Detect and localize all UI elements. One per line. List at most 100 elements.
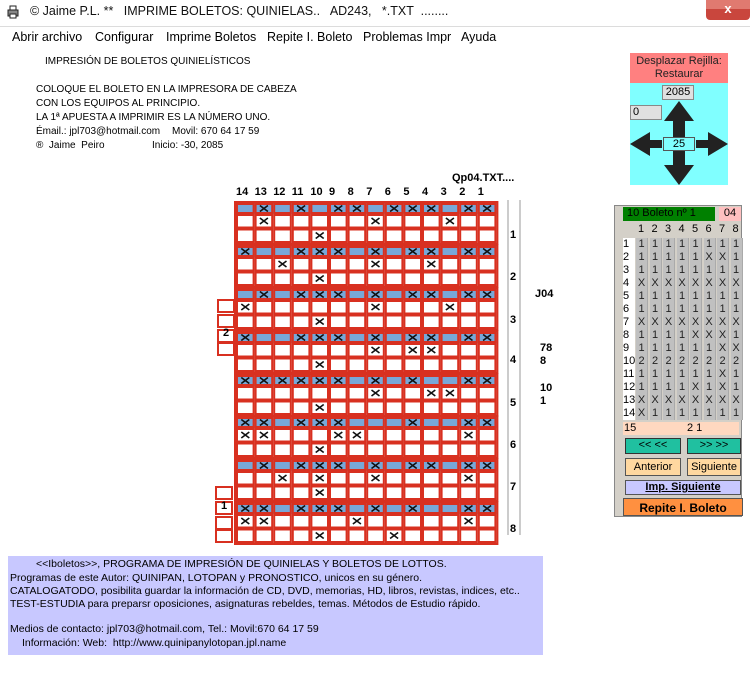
boleto-cell[interactable]: 2 [717,355,729,368]
boleto-cell[interactable]: 1 [690,238,702,251]
boleto-cell[interactable]: 1 [676,290,689,303]
boleto-cell[interactable]: 1 [717,290,729,303]
boleto-cell[interactable]: 1 [636,342,648,355]
boleto-cell[interactable]: X [717,394,729,407]
boleto-cell[interactable]: X [703,277,716,290]
boleto-cell[interactable]: 1 [676,264,689,277]
boleto-cell[interactable]: 1 [663,368,675,381]
boleto-cell[interactable]: X [676,277,689,290]
boleto-cell[interactable]: 1 [717,407,729,420]
boleto-cell[interactable]: 2 [676,355,689,368]
boleto-cell[interactable]: 1 [730,251,743,264]
boleto-cell[interactable]: 1 [663,381,675,394]
boleto-cell[interactable]: X [636,407,648,420]
prev-fast-button[interactable]: << << [625,438,681,454]
boleto-cell[interactable]: 1 [676,329,689,342]
boleto-cell[interactable]: X [676,316,689,329]
boleto-cell[interactable]: 1 [703,342,716,355]
boleto-cell[interactable]: 1 [649,238,662,251]
boleto-cell[interactable]: 1 [636,264,648,277]
boleto-cell[interactable]: 1 [636,238,648,251]
nav-header-restaurar[interactable]: Desplazar Rejilla: Restaurar [630,53,728,83]
boleto-cell[interactable]: 1 [636,290,648,303]
boleto-cell[interactable]: 2 [703,355,716,368]
imp-siguiente-button[interactable]: Imp. Siguiente [625,480,741,495]
boleto-cell[interactable]: X [717,316,729,329]
boleto-cell[interactable]: 1 [730,381,743,394]
boleto-cell[interactable]: X [690,329,702,342]
boleto-cell[interactable]: 1 [663,329,675,342]
boleto-cell[interactable]: X [649,316,662,329]
boleto-cell[interactable]: 1 [703,407,716,420]
boleto-cell[interactable]: 1 [649,368,662,381]
boleto-cell[interactable]: X [703,394,716,407]
boleto-cell[interactable]: 1 [649,342,662,355]
boleto-cell[interactable]: X [703,251,716,264]
boleto-cell[interactable]: X [717,342,729,355]
boleto-cell[interactable]: 1 [636,329,648,342]
boleto-cell[interactable]: 1 [663,238,675,251]
boleto-cell[interactable]: X [663,394,675,407]
siguiente-button[interactable]: Siguiente [687,458,741,476]
boleto-cell[interactable]: X [649,394,662,407]
boleto-cell[interactable]: 1 [649,251,662,264]
boleto-cell[interactable]: X [730,394,743,407]
boleto-cell[interactable]: X [730,277,743,290]
boleto-cell[interactable]: 1 [730,329,743,342]
boleto-cell[interactable]: X [663,316,675,329]
boleto-cell[interactable]: 1 [676,303,689,316]
boleto-cell[interactable]: X [717,329,729,342]
boleto-cell[interactable]: 1 [703,264,716,277]
boleto-cell[interactable]: 1 [717,238,729,251]
boleto-cell[interactable]: X [663,277,675,290]
boleto-cell[interactable]: 1 [676,381,689,394]
boleto-cell[interactable]: 1 [690,251,702,264]
boleto-cell[interactable]: X [703,316,716,329]
boleto-cell[interactable]: X [649,277,662,290]
boleto-cell[interactable]: X [717,368,729,381]
boleto-cell[interactable]: X [717,381,729,394]
boleto-cell[interactable]: X [717,251,729,264]
boleto-cell[interactable]: 1 [703,290,716,303]
boleto-cell[interactable]: 2 [690,355,702,368]
boleto-cell[interactable]: 1 [649,407,662,420]
boleto-cell[interactable]: 1 [676,407,689,420]
next-fast-button[interactable]: >> >> [687,438,741,454]
repite-boleto-button[interactable]: Repite I. Boleto [623,498,743,516]
boleto-cell[interactable]: 1 [676,251,689,264]
boleto-cell[interactable]: 1 [717,264,729,277]
boleto-cell[interactable]: 1 [649,381,662,394]
boleto-cell[interactable]: 1 [649,290,662,303]
boleto-cell[interactable]: X [690,381,702,394]
boleto-cell[interactable]: 1 [649,303,662,316]
boleto-cell[interactable]: 1 [649,264,662,277]
boleto-cell[interactable]: 1 [676,342,689,355]
boleto-cell[interactable]: 1 [730,238,743,251]
boleto-cell[interactable]: X [717,277,729,290]
boleto-cell[interactable]: 1 [730,264,743,277]
boleto-cell[interactable]: 1 [730,303,743,316]
boleto-cell[interactable]: 1 [676,368,689,381]
boleto-cell[interactable]: 1 [636,251,648,264]
nav-center-value[interactable]: 25 [663,137,695,151]
boleto-cell[interactable]: 1 [663,264,675,277]
boleto-cell[interactable]: 1 [676,238,689,251]
boleto-cell[interactable]: 1 [690,303,702,316]
boleto-cell[interactable]: 1 [690,407,702,420]
boleto-cell[interactable]: X [730,342,743,355]
boleto-cell[interactable]: 1 [730,368,743,381]
boleto-cell[interactable]: 1 [703,303,716,316]
boleto-cell[interactable]: 1 [730,407,743,420]
boleto-cell[interactable]: 1 [690,264,702,277]
boleto-cell[interactable]: 1 [663,342,675,355]
boleto-cell[interactable]: 1 [649,329,662,342]
boleto-cell[interactable]: 1 [636,303,648,316]
boleto-cell[interactable]: X [690,394,702,407]
anterior-button[interactable]: Anterior [625,458,681,476]
boleto-cell[interactable]: 1 [717,303,729,316]
boleto-cell[interactable]: 1 [690,342,702,355]
boleto-cell[interactable]: X [703,329,716,342]
boleto-cell[interactable]: 1 [663,251,675,264]
boleto-cell[interactable]: X [636,316,648,329]
boleto-cell[interactable]: 1 [663,290,675,303]
